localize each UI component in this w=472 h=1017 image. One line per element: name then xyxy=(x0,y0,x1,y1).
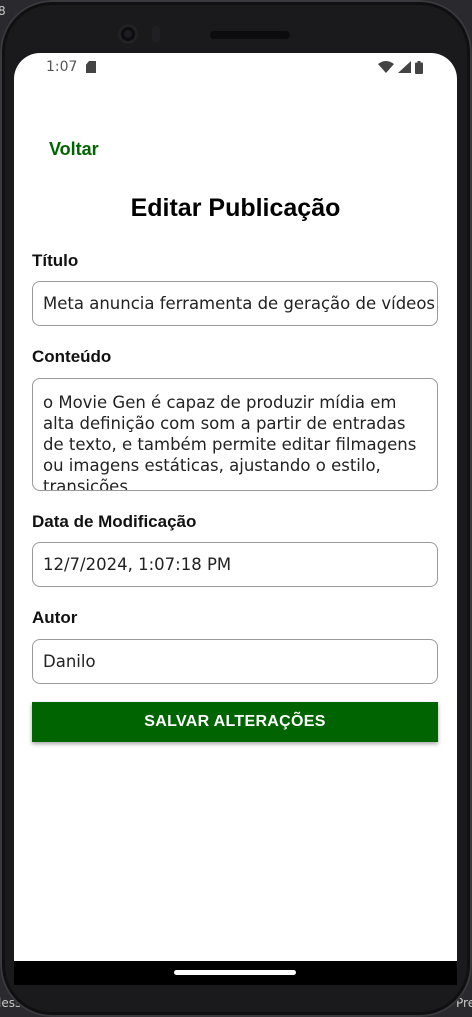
signal-icon xyxy=(398,61,411,73)
sd-card-icon xyxy=(86,61,96,73)
camera-icon xyxy=(118,24,138,44)
titulo-label: Título xyxy=(32,251,79,270)
conteudo-label: Conteúdo xyxy=(32,347,112,366)
autor-field[interactable]: Danilo xyxy=(32,639,438,684)
desktop-background-text: 8 xyxy=(0,4,6,18)
battery-icon xyxy=(415,60,423,74)
phone-frame: 1:07 Voltar Editar Publicação Título Met… xyxy=(0,0,472,1017)
sensor xyxy=(152,26,160,42)
data-modificacao-label: Data de Modificação xyxy=(32,512,197,531)
save-button[interactable]: SALVAR ALTERAÇÕES xyxy=(32,702,438,742)
wifi-icon xyxy=(378,61,394,73)
home-indicator[interactable] xyxy=(174,970,296,975)
page-title: Editar Publicação xyxy=(130,194,341,222)
status-bar: 1:07 xyxy=(14,53,457,83)
titulo-field[interactable]: Meta anuncia ferramenta de geração de ví… xyxy=(32,281,438,326)
speaker-grille xyxy=(210,31,290,39)
data-modificacao-field[interactable]: 12/7/2024, 1:07:18 PM xyxy=(32,542,438,587)
autor-label: Autor xyxy=(32,608,78,627)
status-time: 1:07 xyxy=(46,59,78,75)
conteudo-field[interactable]: o Movie Gen é capaz de produzir mídia em… xyxy=(32,378,438,491)
app-screen: 1:07 Voltar Editar Publicação Título Met… xyxy=(14,53,457,985)
back-link[interactable]: Voltar xyxy=(49,139,99,160)
status-icons xyxy=(378,60,423,74)
